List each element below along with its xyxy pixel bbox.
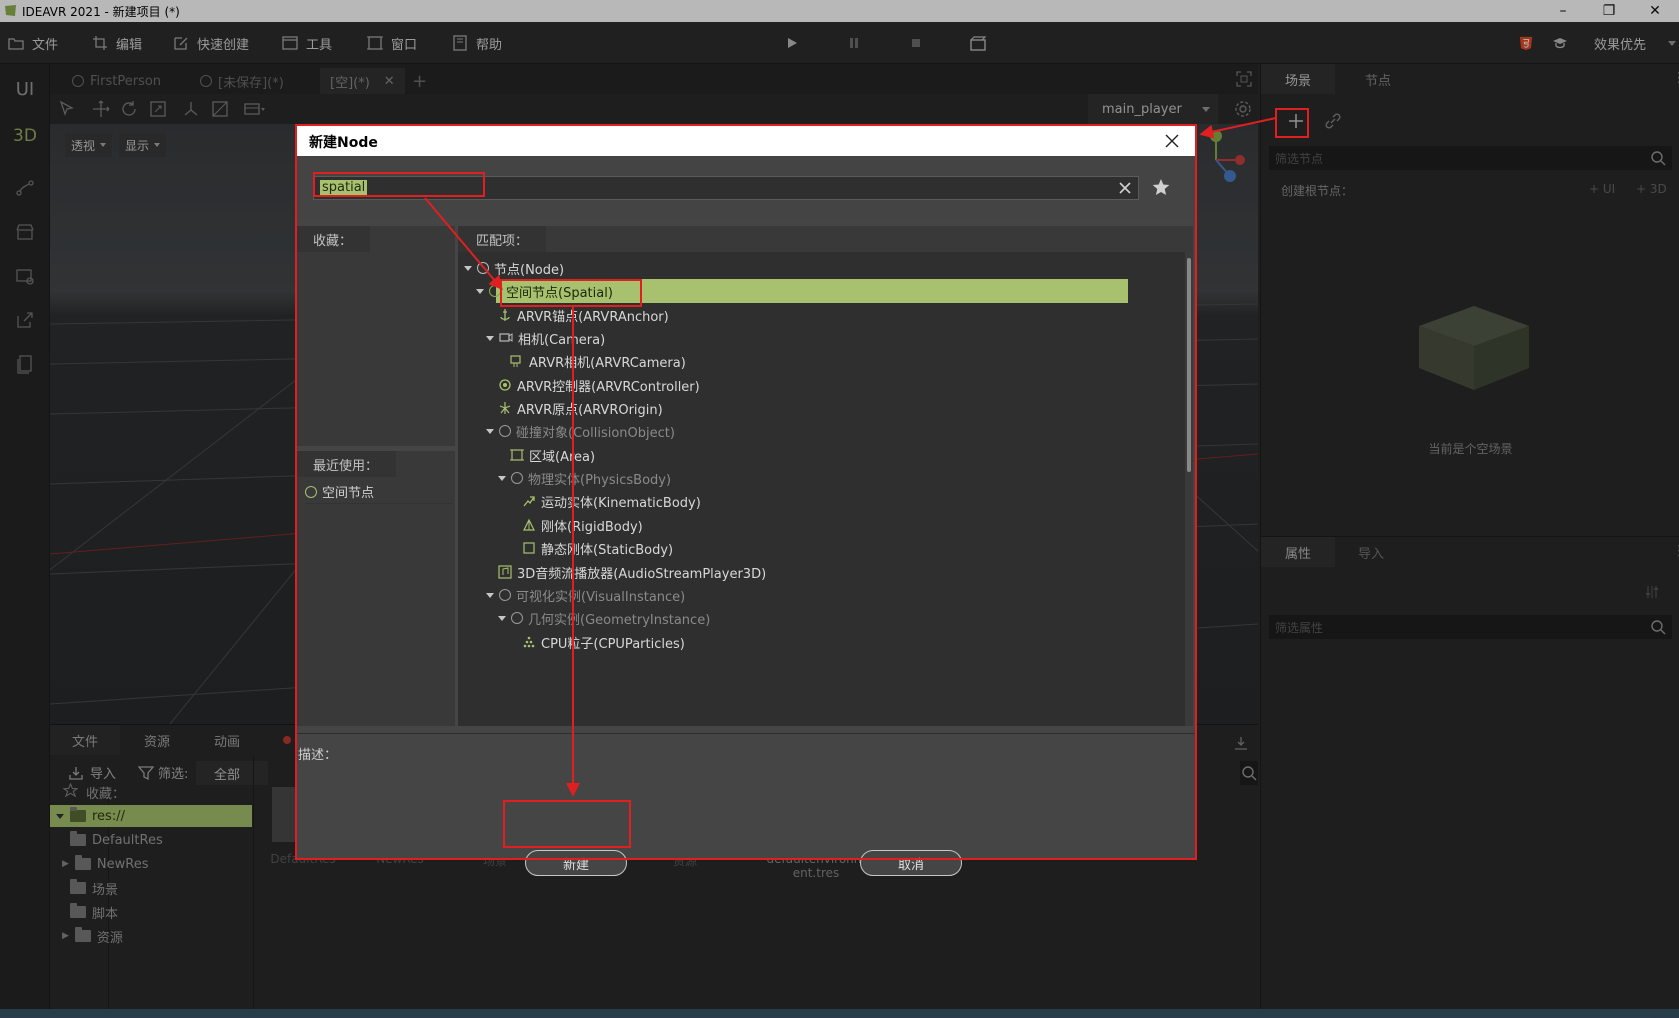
annotation-arrows	[424, 117, 1277, 797]
